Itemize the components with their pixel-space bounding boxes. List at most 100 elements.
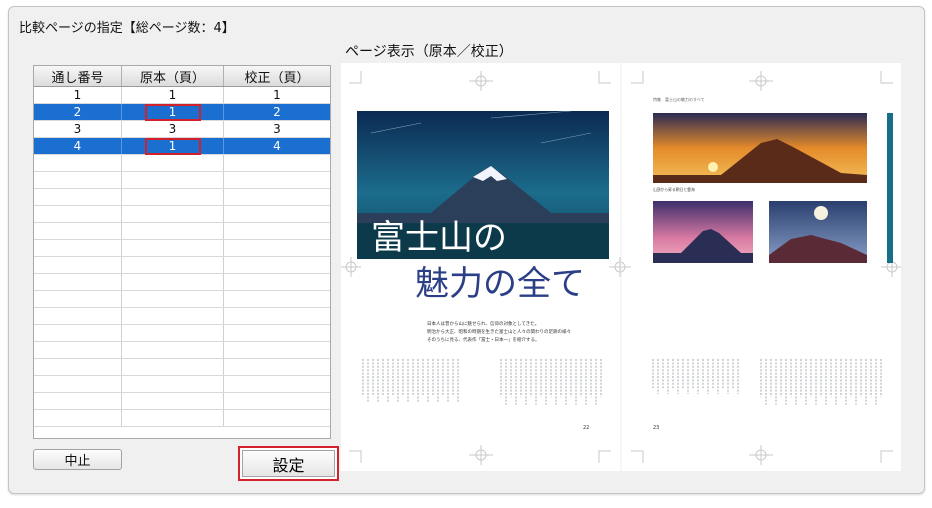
empty-cell: [122, 325, 224, 341]
empty-cell: [122, 189, 224, 205]
empty-row: [34, 325, 330, 342]
header-original[interactable]: 原本（頁）: [122, 66, 224, 86]
svg-text:そのうちに見る、代表作「冨士・日本一」を紹介する。: そのうちに見る、代表作「冨士・日本一」を紹介する。: [427, 336, 540, 343]
empty-cell: [34, 342, 122, 358]
header-proof[interactable]: 校正（頁）: [224, 66, 330, 86]
empty-row: [34, 393, 330, 410]
fuji-sunrise-photo: [653, 113, 867, 183]
cell-original[interactable]: 1: [122, 137, 224, 155]
empty-cell: [34, 206, 122, 222]
page-preview: 富士山の 魅力の全て 日本人は昔から山に魅せられ、信仰の対象としてきた。 明治か…: [341, 63, 901, 471]
original-page-highlight[interactable]: 1: [144, 103, 201, 121]
empty-cell: [34, 308, 122, 324]
set-button[interactable]: 設定: [238, 446, 339, 481]
empty-cell: [224, 325, 330, 341]
cell-proof[interactable]: 2: [224, 104, 330, 120]
empty-cell: [34, 376, 122, 392]
empty-cell: [122, 206, 224, 222]
empty-row: [34, 342, 330, 359]
empty-cell: [122, 155, 224, 171]
empty-cell: [34, 240, 122, 256]
empty-cell: [122, 376, 224, 392]
empty-row: [34, 410, 330, 427]
cell-serial[interactable]: 2: [34, 104, 122, 120]
empty-cell: [224, 172, 330, 188]
compare-pages-dialog: 比較ページの指定【総ページ数：4】 ページ表示（原本／校正） 通し番号 原本（頁…: [8, 6, 925, 494]
empty-row: [34, 223, 330, 240]
empty-row: [34, 308, 330, 325]
empty-cell: [34, 393, 122, 409]
empty-cell: [224, 257, 330, 273]
empty-cell: [34, 410, 122, 426]
empty-row: [34, 155, 330, 172]
fuji-dusk-photo: [653, 201, 753, 263]
empty-cell: [224, 206, 330, 222]
right-edge-photo: [887, 113, 893, 263]
original-page-highlight[interactable]: 1: [144, 137, 201, 155]
empty-cell: [122, 359, 224, 375]
empty-cell: [34, 257, 122, 273]
table-row[interactable]: 333: [34, 121, 330, 138]
empty-cell: [122, 393, 224, 409]
left-body-text: [362, 359, 602, 405]
page-number-left: 22: [583, 425, 589, 431]
table-row[interactable]: 4 1 4: [34, 137, 330, 155]
cell-serial[interactable]: 1: [34, 87, 122, 103]
empty-cell: [224, 223, 330, 239]
empty-cell: [122, 308, 224, 324]
preview-label: ページ表示（原本／校正）: [345, 44, 513, 60]
empty-cell: [34, 274, 122, 290]
cell-original[interactable]: 1: [122, 103, 224, 121]
cell-serial[interactable]: 4: [34, 138, 122, 154]
header-serial[interactable]: 通し番号: [34, 66, 122, 86]
cell-original[interactable]: 1: [122, 87, 224, 103]
right-body-text: [652, 359, 882, 405]
empty-cell: [224, 393, 330, 409]
stop-button[interactable]: 中止: [33, 449, 122, 470]
fuji-moon-photo: [769, 201, 867, 263]
empty-cell: [224, 291, 330, 307]
empty-cell: [224, 155, 330, 171]
empty-cell: [34, 189, 122, 205]
empty-row: [34, 291, 330, 308]
cell-proof[interactable]: 1: [224, 87, 330, 103]
table-header: 通し番号 原本（頁） 校正（頁）: [34, 66, 330, 87]
empty-row: [34, 274, 330, 291]
empty-cell: [122, 410, 224, 426]
headline-line2: 魅力の全て: [415, 264, 585, 304]
empty-cell: [34, 155, 122, 171]
empty-cell: [122, 240, 224, 256]
empty-cell: [122, 274, 224, 290]
cell-original[interactable]: 3: [122, 121, 224, 137]
empty-row: [34, 172, 330, 189]
empty-cell: [34, 359, 122, 375]
empty-cell: [224, 240, 330, 256]
empty-cell: [122, 342, 224, 358]
page-table: 通し番号 原本（頁） 校正（頁） 111212333414: [33, 65, 331, 439]
caption-top: 山頂から昇る朝日と雲海: [653, 187, 695, 192]
svg-text:日本人は昔から山に魅せられ、信仰の対象としてきた。: 日本人は昔から山に魅せられ、信仰の対象としてきた。: [427, 320, 539, 327]
empty-cell: [224, 308, 330, 324]
empty-row: [34, 206, 330, 223]
table-row[interactable]: 2 1 2: [34, 103, 330, 121]
empty-cell: [34, 223, 122, 239]
dialog-title: 比較ページの指定【総ページ数：4】: [19, 21, 235, 36]
empty-cell: [224, 274, 330, 290]
empty-row: [34, 240, 330, 257]
empty-cell: [224, 376, 330, 392]
cell-proof[interactable]: 4: [224, 138, 330, 154]
empty-cell: [224, 189, 330, 205]
svg-text:明治から大正、昭和の時期を生きた富士山と人々の関わりの足跡の: 明治から大正、昭和の時期を生きた富士山と人々の関わりの足跡の様々: [427, 328, 571, 335]
empty-row: [34, 189, 330, 206]
empty-cell: [224, 342, 330, 358]
headline-line1: 富士山の: [371, 218, 507, 258]
cell-proof[interactable]: 3: [224, 121, 330, 137]
empty-cell: [224, 359, 330, 375]
empty-row: [34, 359, 330, 376]
empty-cell: [122, 223, 224, 239]
page-number-right: 23: [653, 425, 659, 431]
empty-cell: [122, 172, 224, 188]
cell-serial[interactable]: 3: [34, 121, 122, 137]
table-row[interactable]: 111: [34, 87, 330, 104]
empty-cell: [34, 172, 122, 188]
